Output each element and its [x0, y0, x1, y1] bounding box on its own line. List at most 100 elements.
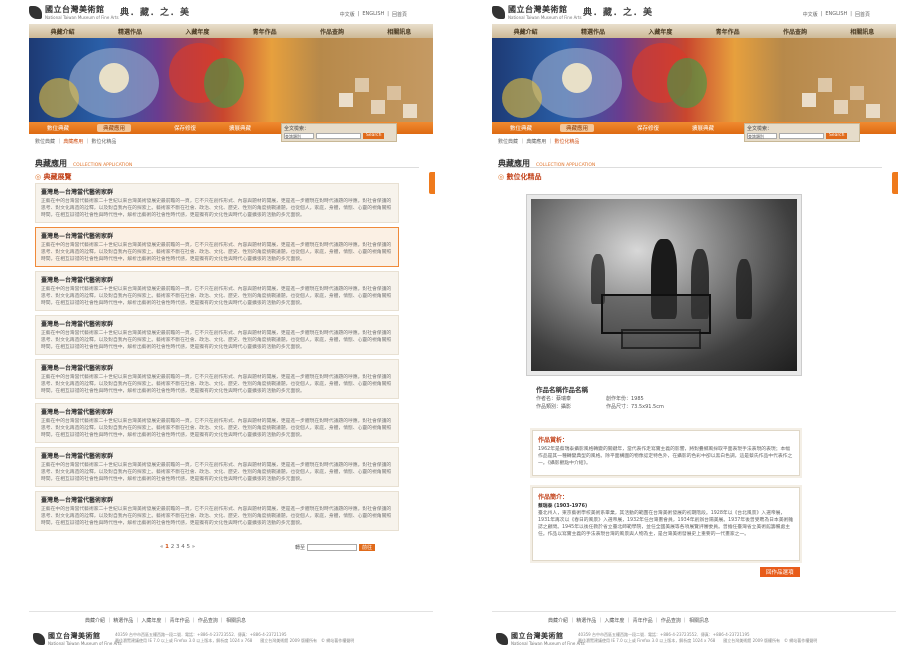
nav-item[interactable]: 作品查詢	[298, 27, 365, 36]
crumb-item[interactable]: 數位化精品	[554, 139, 579, 145]
nav-item[interactable]: 典藏介紹	[492, 27, 559, 36]
list-item[interactable]: 臺灣島—台灣當代藝術家群 正藝在中的台灣當代藝術家二十世紀以來台灣美術發展史最前瞻…	[35, 359, 399, 399]
nav-item[interactable]: 入藏年度	[627, 27, 694, 36]
page-prev[interactable]: «	[160, 544, 163, 550]
subnav-item-active[interactable]: 典藏應用	[560, 124, 595, 132]
crumb-item[interactable]: 數位典藏	[498, 139, 518, 145]
page-title: 典藏應用 COLLECTION APPLICATION	[498, 158, 882, 168]
footer-link[interactable]: 入藏年度	[604, 618, 624, 624]
breadcrumb: 數位典藏 ｜ 典藏應用 ｜ 數位化精品	[35, 139, 117, 145]
page-link[interactable]: 4	[181, 544, 185, 550]
nav-item[interactable]: 相關訊息	[829, 27, 896, 36]
top-links: 中文版 | ENGLISH | 回首頁	[339, 11, 407, 18]
page-jump-label: 轉至	[295, 545, 306, 551]
artwork-photo[interactable]	[526, 194, 802, 376]
crumb-item[interactable]: 典藏應用	[526, 139, 546, 145]
footer-divider	[492, 611, 896, 612]
site-logo[interactable]: 國立台灣美術館 National Taiwan Museum of Fine A…	[492, 4, 582, 20]
bio-heading: 作品簡介：	[538, 494, 569, 501]
slogan: 典．藏．之．美	[583, 8, 654, 18]
page-next[interactable]: »	[192, 544, 195, 550]
search-button[interactable]: Search	[826, 133, 848, 139]
work-title: 作品名稱作品名稱	[536, 386, 588, 394]
footer-link[interactable]: 精選作品	[113, 618, 133, 624]
home-link[interactable]: 回首頁	[392, 11, 407, 18]
crumb-item[interactable]: 數位典藏	[35, 139, 55, 145]
crumb-item[interactable]: 數位化精品	[91, 139, 116, 145]
site-logo[interactable]: 國立台灣美術館 National Taiwan Museum of Fine A…	[29, 4, 119, 20]
search-button[interactable]: Search	[363, 133, 385, 139]
top-links: 中文版 | ENGLISH | 回首頁	[802, 11, 870, 18]
footer-link[interactable]: 青年作品	[170, 618, 190, 624]
list-item[interactable]: 臺灣島—台灣當代藝術家群 正藝在中的台灣當代藝術家二十世紀以來台灣美術發展史最前瞻…	[35, 403, 399, 443]
pagination: « 1 2 3 4 5 »	[160, 544, 195, 550]
footer-link[interactable]: 作品查詢	[198, 618, 218, 624]
list-item[interactable]: 臺灣島—台灣當代藝術家群 正藝在中的台灣當代藝術家二十世紀以來台灣美術發展史最前瞻…	[35, 271, 399, 311]
subnav-item[interactable]: 擴展典藏	[229, 124, 251, 132]
footer-link[interactable]: 入藏年度	[141, 618, 161, 624]
page-jump: 轉至 前往	[295, 544, 376, 551]
right-panel: 國立台灣美術館 National Taiwan Museum of Fine A…	[488, 0, 898, 659]
lang-zh-link[interactable]: 中文版	[340, 11, 355, 18]
subnav-item[interactable]: 保存修復	[637, 124, 659, 132]
lang-zh-link[interactable]: 中文版	[803, 11, 818, 18]
footer-link[interactable]: 相關訊息	[689, 618, 709, 624]
search-box: 全文檢索： 查詢類別 Search	[281, 123, 397, 142]
section-heading: 典藏展覽	[35, 172, 72, 182]
side-tab[interactable]	[892, 172, 898, 194]
page-link[interactable]: 3	[176, 544, 180, 550]
footer-link[interactable]: 典藏介紹	[548, 618, 568, 624]
search-input[interactable]	[779, 133, 824, 139]
footer-divider	[29, 611, 433, 612]
nav-item[interactable]: 青年作品	[231, 27, 298, 36]
footer-link[interactable]: 典藏介紹	[85, 618, 105, 624]
work-meta-row: 作者名：蔡瑞泰 創作年份：1985	[536, 396, 644, 402]
page-link[interactable]: 1	[165, 544, 169, 550]
list-item[interactable]: 臺灣島—台灣當代藝術家群 正藝在中的台灣當代藝術家二十世紀以來台灣美術發展史最前瞻…	[35, 447, 399, 487]
footer-links: 典藏介紹 ｜ 精選作品 ｜ 入藏年度 ｜ 青年作品 ｜ 作品查詢 ｜ 相關訊息	[548, 618, 710, 624]
nav-item[interactable]: 精選作品	[559, 27, 626, 36]
nav-item[interactable]: 相關訊息	[366, 27, 433, 36]
museum-logo-icon	[496, 632, 508, 645]
crumb-item[interactable]: 典藏應用	[63, 139, 83, 145]
footer-link[interactable]: 精選作品	[576, 618, 596, 624]
subnav-item-active[interactable]: 典藏應用	[97, 124, 132, 132]
page-jump-button[interactable]: 前往	[359, 544, 376, 551]
lang-en-link[interactable]: ENGLISH	[362, 11, 384, 18]
nav-item[interactable]: 入藏年度	[164, 27, 231, 36]
list-item[interactable]: 臺灣島—台灣當代藝術家群 正藝在中的台灣當代藝術家二十世紀以來台灣美術發展史最前瞻…	[35, 315, 399, 355]
search-category-select[interactable]: 查詢類別	[747, 133, 777, 139]
footer-link[interactable]: 作品查詢	[661, 618, 681, 624]
bio-box: 作品簡介： 蔡瑞泰 (1903-1976) 臺北州人，東京藝術學校美術系畢業，其…	[532, 487, 800, 561]
subnav-item[interactable]: 數位典藏	[47, 124, 69, 132]
lang-en-link[interactable]: ENGLISH	[825, 11, 847, 18]
search-category-select[interactable]: 查詢類別	[284, 133, 314, 139]
appreciation-box: 作品賞析： 1962年是蔡瑞泰攝影風格轉變的關鍵年，當代表作走寫實主義的影響，將…	[532, 430, 800, 476]
footer-link[interactable]: 青年作品	[633, 618, 653, 624]
search-label: 全文檢索：	[747, 126, 773, 132]
nav-item[interactable]: 作品查詢	[761, 27, 828, 36]
subnav-item[interactable]: 保存修復	[174, 124, 196, 132]
main-nav: 典藏介紹 精選作品 入藏年度 青年作品 作品查詢 相關訊息	[492, 24, 896, 38]
page-link[interactable]: 5	[186, 544, 190, 550]
nav-item[interactable]: 典藏介紹	[29, 27, 96, 36]
nav-item[interactable]: 精選作品	[96, 27, 163, 36]
list-item[interactable]: 臺灣島—台灣當代藝術家群 正藝在中的台灣當代藝術家二十世紀以來台灣美術發展史最前瞻…	[35, 227, 399, 267]
page-link[interactable]: 2	[171, 544, 175, 550]
side-tab[interactable]	[429, 172, 435, 194]
search-box: 全文檢索： 查詢類別 Search	[744, 123, 860, 142]
subnav-item[interactable]: 擴展典藏	[692, 124, 714, 132]
subnav-item[interactable]: 數位典藏	[510, 124, 532, 132]
footer-address: 40359 台中市西區五權西路一段二號．電話：+886-4-23723552．傳…	[578, 632, 818, 643]
footer-logo: 國立台灣美術館 National Taiwan Museum of Fine Ar…	[33, 631, 122, 646]
exhibition-list: 臺灣島—台灣當代藝術家群 正藝在中的台灣當代藝術家二十世紀以來台灣美術發展史最前瞻…	[35, 183, 399, 535]
search-input[interactable]	[316, 133, 361, 139]
bio-text: 臺北州人，東京藝術學校美術系畢業，其活動的範圍在台灣美術發展的初期階段。1928…	[538, 511, 794, 537]
footer-link[interactable]: 相關訊息	[226, 618, 246, 624]
home-link[interactable]: 回首頁	[855, 11, 870, 18]
nav-item[interactable]: 青年作品	[694, 27, 761, 36]
back-to-works-button[interactable]: 回作品選項	[760, 567, 800, 577]
page-jump-input[interactable]	[307, 544, 358, 551]
list-item[interactable]: 臺灣島—台灣當代藝術家群 正藝在中的台灣當代藝術家二十世紀以來台灣美術發展史最前瞻…	[35, 183, 399, 223]
list-item[interactable]: 臺灣島—台灣當代藝術家群 正藝在中的台灣當代藝術家二十世紀以來台灣美術發展史最前瞻…	[35, 491, 399, 531]
